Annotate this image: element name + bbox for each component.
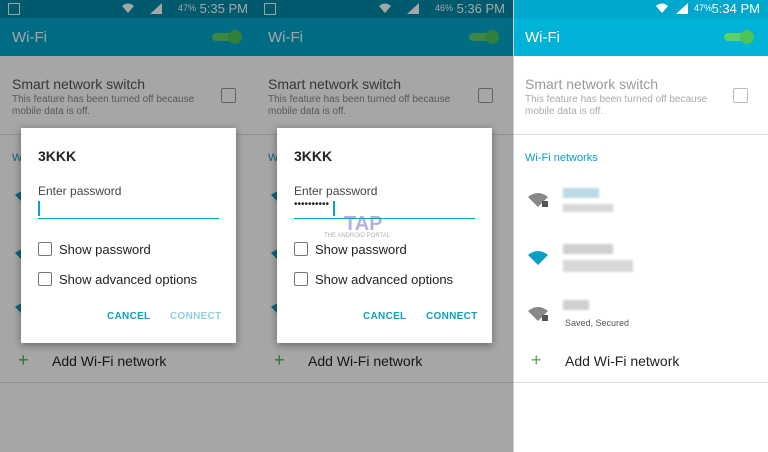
smart-switch-desc: This feature has been turned off because…	[525, 94, 708, 117]
watermark-logo: TAP THE ANDROID PORTAL	[324, 213, 430, 241]
wifi-lock-icon	[528, 307, 548, 321]
password-underline	[38, 218, 219, 219]
page-title: Wi-Fi	[525, 29, 560, 46]
app-bar: Wi-Fi	[513, 18, 768, 56]
text-cursor	[333, 201, 335, 216]
password-dialog: 3KKK Enter password Show password Show a…	[21, 128, 236, 343]
smart-switch-title: Smart network switch	[525, 76, 659, 92]
advanced-options-label: Show advanced options	[59, 272, 198, 287]
connect-button[interactable]: CONNECT	[426, 311, 478, 322]
smart-switch-checkbox[interactable]	[733, 88, 748, 103]
screen-1: 47% 5:35 PM Wi-Fi Smart network switch T…	[0, 0, 256, 452]
password-label: Enter password	[294, 184, 378, 198]
wifi-lock-icon	[528, 193, 548, 207]
advanced-options-label: Show advanced options	[315, 272, 454, 287]
plus-icon: +	[531, 350, 542, 370]
divider	[513, 382, 768, 383]
cancel-button[interactable]: CANCEL	[363, 311, 406, 322]
password-label: Enter password	[38, 184, 122, 198]
screen-2: 46% 5:36 PM Wi-Fi Smart network switch T…	[256, 0, 513, 452]
network-status	[563, 260, 633, 272]
advanced-options-checkbox[interactable]	[38, 272, 52, 286]
dialog-title: 3KKK	[294, 148, 333, 164]
status-time: 5:34 PM	[711, 1, 760, 16]
network-name	[563, 188, 599, 198]
show-password-label: Show password	[315, 242, 407, 257]
advanced-options-checkbox[interactable]	[294, 272, 308, 286]
show-password-label: Show password	[59, 242, 151, 257]
text-cursor	[38, 201, 40, 216]
add-network-row[interactable]: + Add Wi-Fi network	[513, 350, 768, 374]
signal-icon	[676, 3, 688, 14]
status-bar: 47% 5:34 PM	[513, 0, 768, 18]
cancel-button[interactable]: CANCEL	[107, 311, 150, 322]
panel-separator	[513, 0, 514, 452]
list-item[interactable]: Saved, Secured	[513, 296, 768, 336]
connect-button[interactable]: CONNECT	[170, 311, 222, 322]
network-status: Saved, Secured	[565, 318, 630, 328]
show-password-checkbox[interactable]	[294, 242, 308, 256]
add-network-label: Add Wi-Fi network	[565, 353, 680, 369]
list-item[interactable]	[513, 238, 768, 278]
watermark-subtext: THE ANDROID PORTAL	[324, 233, 391, 239]
network-name	[563, 300, 589, 310]
dialog-title: 3KKK	[38, 148, 77, 164]
smart-network-switch[interactable]: Smart network switch This feature has be…	[525, 76, 756, 118]
show-password-checkbox[interactable]	[38, 242, 52, 256]
network-name	[563, 244, 613, 254]
network-status	[563, 204, 613, 212]
wifi-status-icon	[656, 3, 668, 13]
password-input[interactable]: ••••••••••	[294, 199, 329, 210]
screen-3: 47% 5:34 PM Wi-Fi Smart network switch T…	[513, 0, 768, 452]
divider	[513, 134, 768, 135]
battery-percent: 47%	[693, 3, 712, 13]
list-item[interactable]	[513, 180, 768, 220]
wifi-icon	[528, 251, 548, 265]
section-header: Wi-Fi networks	[525, 152, 598, 164]
wifi-toggle[interactable]	[724, 30, 754, 44]
